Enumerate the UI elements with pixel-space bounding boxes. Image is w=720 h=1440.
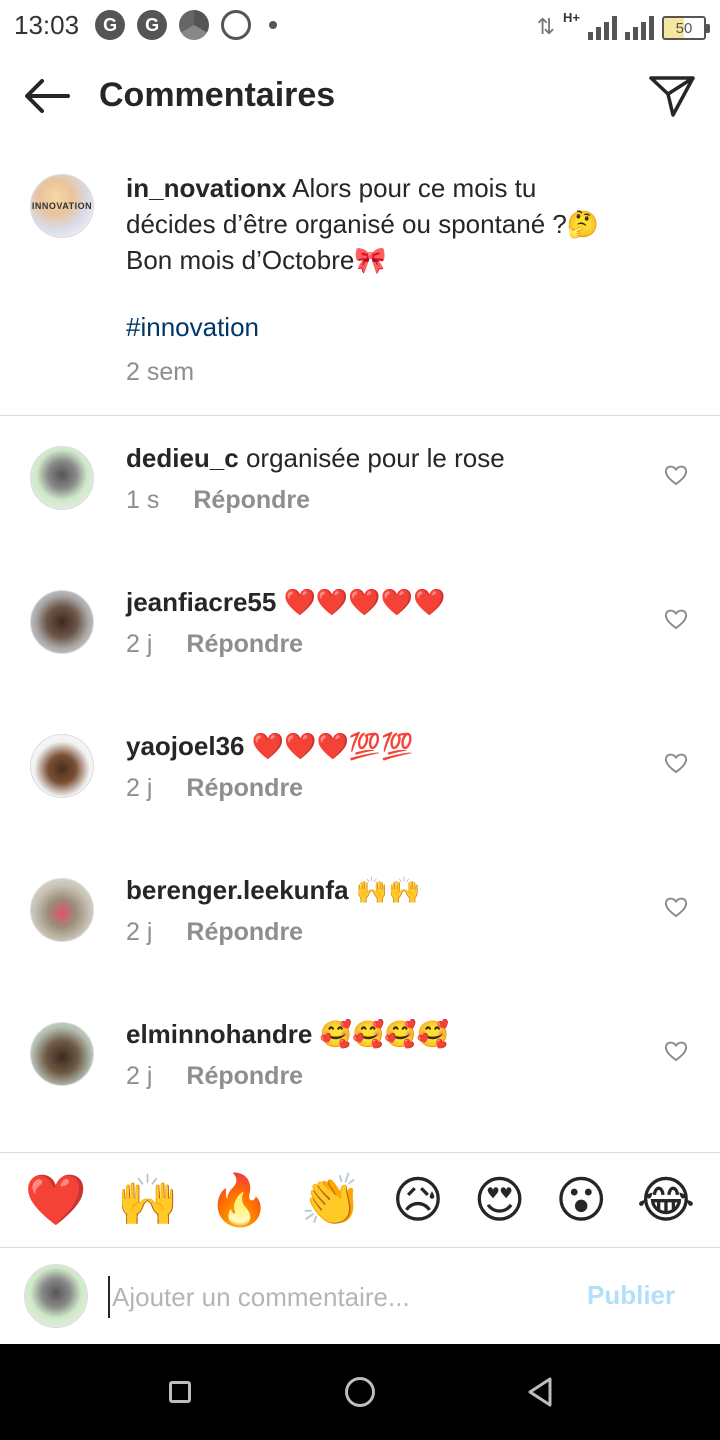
emoji-fire-button[interactable]: 🔥: [208, 1170, 270, 1230]
google-icon: G: [137, 10, 168, 40]
innovation-logo: INNOVATION: [31, 201, 93, 211]
reply-button[interactable]: Répondre: [186, 774, 303, 803]
comment-composer: Publier: [0, 1248, 720, 1344]
home-button[interactable]: [345, 1377, 375, 1407]
header: Commentaires: [0, 58, 720, 134]
avatar[interactable]: [30, 590, 94, 654]
caption-username[interactable]: in_novationx: [126, 173, 286, 203]
comment-timestamp: 2 j: [126, 1062, 153, 1090]
emoji-sad-button[interactable]: 😥: [392, 1170, 444, 1230]
reply-button[interactable]: Répondre: [186, 630, 303, 659]
comment-text: dedieu_c organisée pour le rose: [126, 440, 646, 476]
comment-timestamp: 2 j: [126, 630, 153, 658]
avatar[interactable]: [30, 1022, 94, 1086]
comment-item: berenger.leekunfa 🙌🙌 2 j Répondre: [0, 848, 720, 992]
network-type: H+: [563, 10, 580, 25]
comment-body: ❤️❤️❤️❤️❤️: [283, 587, 446, 617]
comment-text: berenger.leekunfa 🙌🙌: [126, 872, 646, 908]
emoji-quick-bar: ❤️ 🙌 🔥 👏 😥 😍 😮 😂: [0, 1152, 720, 1248]
page-title: Commentaires: [99, 76, 336, 114]
caption-text: in_novationx Alors pour ce mois tu décid…: [126, 170, 686, 278]
heart-icon[interactable]: [664, 752, 688, 774]
emoji-clap-button[interactable]: 👏: [300, 1170, 362, 1230]
comment-meta: 1 s Répondre: [126, 486, 310, 515]
post-caption: INNOVATION in_novationx Alors pour ce mo…: [0, 160, 720, 416]
heart-icon[interactable]: [664, 608, 688, 630]
notification-icons: G G: [95, 10, 278, 40]
comment-body: ❤️❤️❤️💯💯: [251, 731, 414, 761]
caption-line: Bon mois d’Octobre🎀: [126, 245, 387, 275]
emoji-heart-button[interactable]: ❤️: [25, 1170, 87, 1230]
system-nav-bar: [0, 1344, 720, 1440]
comment-text: yaojoel36 ❤️❤️❤️💯💯: [126, 728, 646, 764]
more-notifications-dot: [269, 21, 278, 29]
emoji-laugh-button[interactable]: 😂: [637, 1170, 695, 1230]
whatsapp-icon: [221, 10, 252, 40]
comment-item: jeanfiacre55 ❤️❤️❤️❤️❤️ 2 j Répondre: [0, 560, 720, 704]
caption-line: décides d’être organisé ou spontané ?🤔: [126, 209, 600, 239]
comment-item: dedieu_c organisée pour le rose 1 s Répo…: [0, 416, 720, 560]
signal-icon: [588, 14, 617, 40]
system-back-icon[interactable]: [526, 1376, 554, 1408]
comment-meta: 2 j Répondre: [126, 630, 303, 659]
comment-text: jeanfiacre55 ❤️❤️❤️❤️❤️: [126, 584, 646, 620]
comment-username[interactable]: dedieu_c: [126, 443, 239, 473]
comment-text: elminnohandre 🥰🥰🥰🥰: [126, 1016, 646, 1052]
recent-apps-button[interactable]: [169, 1381, 191, 1403]
data-arrows-icon: ⇅: [536, 14, 556, 39]
battery-icon: 50: [662, 16, 710, 40]
avatar[interactable]: [30, 446, 94, 510]
google-icon: G: [95, 10, 126, 40]
caption-line: Alors pour ce mois tu: [292, 173, 537, 203]
avatar[interactable]: INNOVATION: [30, 174, 94, 238]
emoji-heart-eyes-button[interactable]: 😍: [474, 1170, 526, 1230]
status-bar: 13:03 G G ⇅ H+ 50: [0, 0, 720, 50]
comment-meta: 2 j Répondre: [126, 918, 303, 947]
emoji-surprised-button[interactable]: 😮: [555, 1170, 607, 1230]
caption-timestamp: 2 sem: [126, 358, 195, 386]
comment-username[interactable]: yaojoel36: [126, 731, 245, 761]
reply-button[interactable]: Répondre: [186, 1062, 303, 1091]
chrome-icon: [179, 10, 210, 40]
system-icons: ⇅ H+ 50: [536, 10, 710, 40]
share-send-icon[interactable]: [648, 74, 696, 118]
publish-button[interactable]: Publier: [587, 1280, 675, 1311]
comment-body: 🥰🥰🥰🥰: [319, 1019, 450, 1049]
comment-item: elminnohandre 🥰🥰🥰🥰 2 j Répondre: [0, 992, 720, 1136]
signal-icon: [625, 14, 654, 40]
comment-item: yaojoel36 ❤️❤️❤️💯💯 2 j Répondre: [0, 704, 720, 848]
status-time: 13:03: [14, 9, 80, 40]
comment-username[interactable]: berenger.leekunfa: [126, 875, 349, 905]
avatar: [24, 1264, 88, 1328]
reply-button[interactable]: Répondre: [193, 486, 310, 515]
heart-icon[interactable]: [664, 896, 688, 918]
reply-button[interactable]: Répondre: [186, 918, 303, 947]
battery-level: 50: [675, 19, 693, 37]
comment-input[interactable]: [108, 1276, 568, 1318]
comment-meta: 2 j Répondre: [126, 774, 303, 803]
avatar[interactable]: [30, 734, 94, 798]
comment-timestamp: 2 j: [126, 918, 153, 946]
comment-timestamp: 2 j: [126, 774, 153, 802]
comment-timestamp: 1 s: [126, 486, 160, 514]
hashtag-link[interactable]: #innovation: [126, 312, 259, 343]
comment-username[interactable]: elminnohandre: [126, 1019, 312, 1049]
comment-meta: 2 j Répondre: [126, 1062, 303, 1091]
emoji-raised-hands-button[interactable]: 🙌: [117, 1170, 179, 1230]
comment-body: 🙌🙌: [355, 875, 421, 905]
heart-icon[interactable]: [664, 464, 688, 486]
comment-username[interactable]: jeanfiacre55: [126, 587, 276, 617]
back-arrow-icon[interactable]: [22, 76, 72, 116]
comment-body: organisée pour le rose: [245, 443, 505, 473]
heart-icon[interactable]: [664, 1040, 688, 1062]
avatar[interactable]: [30, 878, 94, 942]
